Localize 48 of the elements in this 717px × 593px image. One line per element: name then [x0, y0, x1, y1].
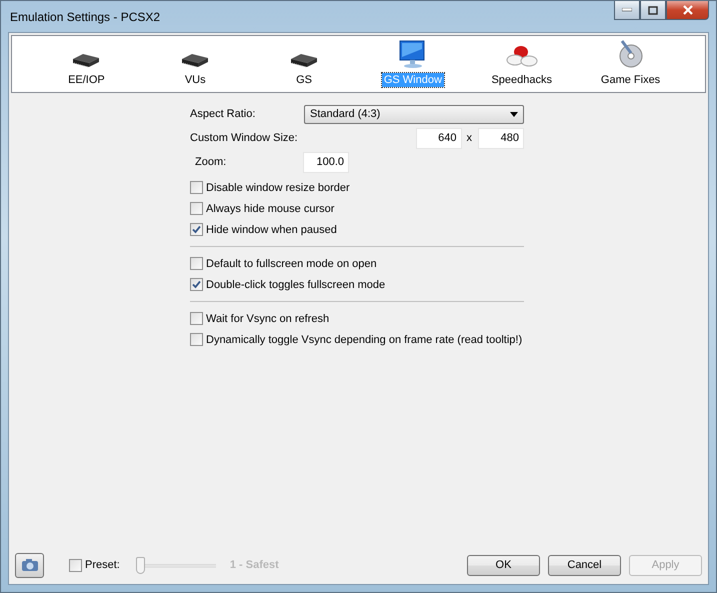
category-tab[interactable]: VUs	[182, 73, 208, 87]
field-label: Custom Window Size:	[190, 132, 298, 144]
dialog-button[interactable]: Cancel	[548, 554, 621, 576]
category-tab[interactable]: GS	[294, 73, 314, 87]
field-label: Aspect Ratio:	[190, 108, 256, 120]
maximize-icon	[648, 6, 658, 14]
chip-icon	[289, 51, 320, 69]
chip-icon	[71, 51, 102, 69]
aspect-ratio-dropdown[interactable]: Standard (4:3)	[304, 104, 524, 124]
checkbox[interactable]	[190, 278, 203, 291]
category-tab[interactable]: Game Fixes	[598, 73, 662, 87]
maximize-button[interactable]	[640, 1, 666, 20]
close-icon	[682, 5, 692, 15]
chip-icon	[180, 51, 210, 69]
checkbox[interactable]	[190, 333, 203, 346]
checkbox[interactable]	[69, 558, 82, 572]
checkbox[interactable]	[190, 312, 203, 325]
checkbox-label: Wait for Vsync on refresh	[206, 312, 330, 324]
dialog-button[interactable]: OK	[467, 554, 540, 576]
category-tab[interactable]: Speedhacks	[489, 73, 554, 87]
checkbox[interactable]	[190, 257, 203, 270]
screenshot-button[interactable]	[15, 552, 44, 578]
checkbox[interactable]	[190, 202, 203, 215]
minimize-icon	[622, 8, 632, 12]
disc-wrench-icon	[616, 39, 645, 69]
pills-icon	[506, 43, 538, 69]
times-label: x	[466, 132, 472, 144]
checkbox-label: Default to fullscreen mode on open	[206, 258, 377, 270]
slider-thumb[interactable]	[136, 556, 145, 574]
field-label: Zoom:	[194, 156, 228, 168]
checkbox-label: Double-click toggles fullscreen mode	[206, 278, 386, 290]
checkbox[interactable]	[190, 181, 203, 194]
width-input[interactable]: 640	[416, 128, 462, 148]
dropdown-arrow-icon	[510, 112, 518, 116]
close-button[interactable]	[666, 1, 709, 20]
checkbox-label: Hide window when paused	[206, 224, 337, 236]
checkbox-label: Dynamically toggle Vsync depending on frame rate (read tooltip!)	[206, 334, 522, 346]
camera-icon	[20, 558, 38, 572]
checkbox[interactable]	[190, 223, 203, 236]
height-input[interactable]: 480	[478, 128, 524, 148]
zoom-input[interactable]: 100.0	[303, 152, 349, 172]
checkbox-label: Always hide mouse cursor	[206, 202, 334, 214]
checkbox-label: Preset:	[85, 559, 120, 571]
checkbox-label: Disable window resize border	[206, 182, 350, 194]
window-title: Emulation Settings - PCSX2	[9, 10, 160, 24]
preset-reading: 1 - Safest	[230, 559, 279, 571]
minimize-button[interactable]	[614, 1, 640, 20]
category-tab[interactable]: EE/IOP	[66, 73, 107, 87]
